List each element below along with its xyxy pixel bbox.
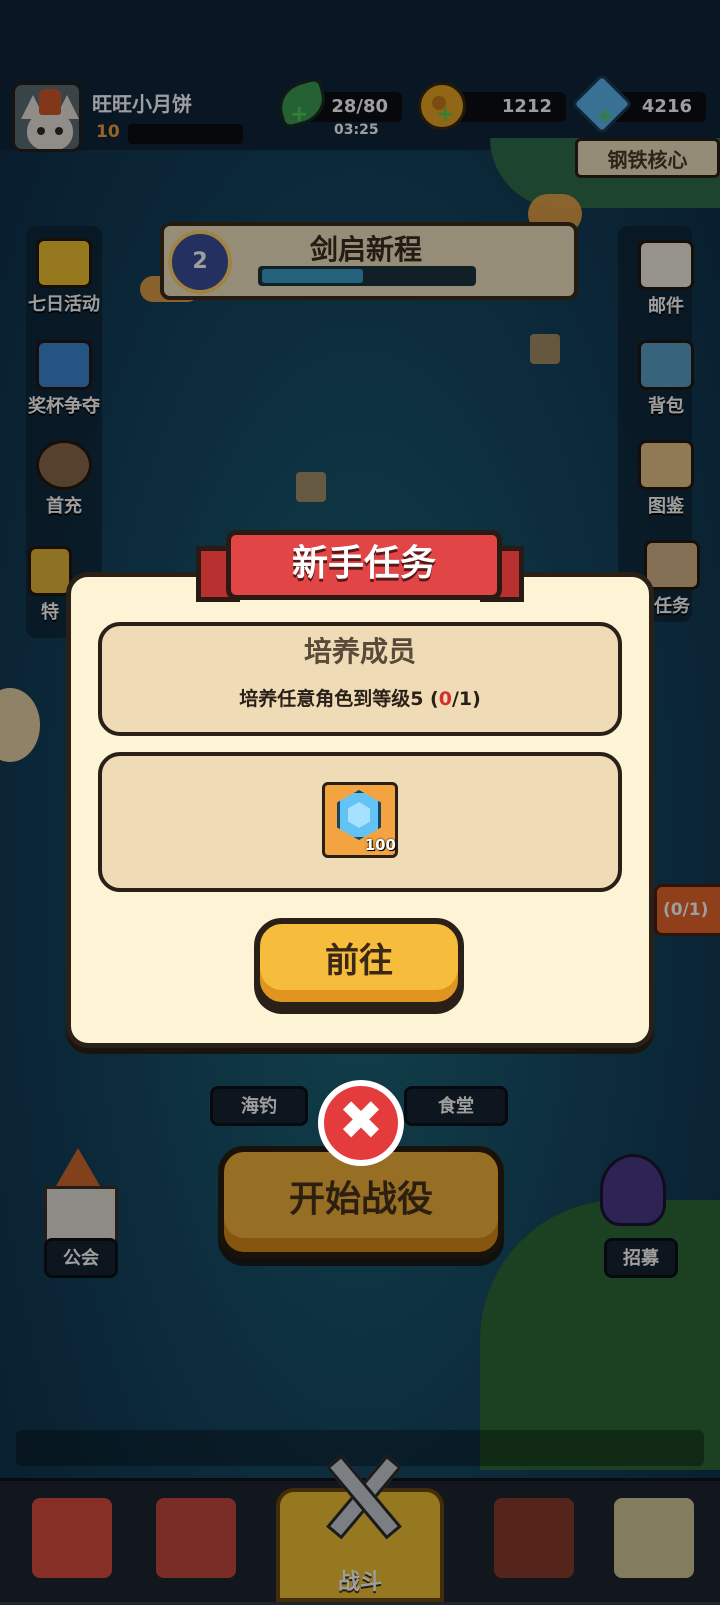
task-description: 培养任意角色到等级5 (0/1)	[98, 684, 622, 711]
task-desc-suffix: /1)	[451, 688, 481, 710]
task-desc-prefix: 培养任意角色到等级5 (	[239, 688, 439, 710]
task-title: 培养成员	[303, 635, 416, 668]
task-current-progress: 0	[438, 688, 452, 710]
go-button[interactable]: 前往	[254, 918, 464, 1008]
reward-count: 100	[364, 836, 396, 854]
close-icon[interactable]: ✖	[318, 1080, 404, 1166]
dialog-title: 新手任务	[226, 530, 502, 600]
